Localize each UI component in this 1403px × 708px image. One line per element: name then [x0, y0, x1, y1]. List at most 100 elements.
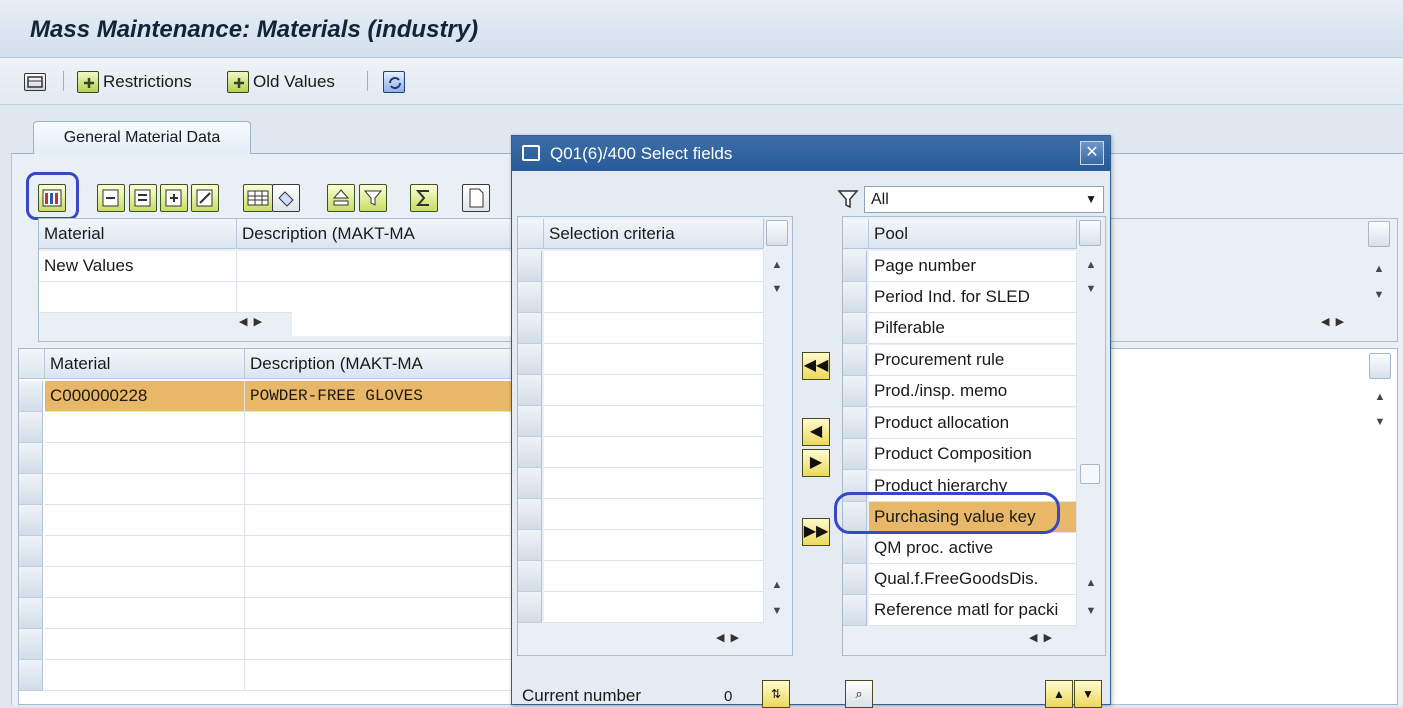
- scroll-up-arrow[interactable]: ▲: [769, 257, 785, 273]
- row-selector[interactable]: [843, 564, 867, 595]
- sort-ascending-button[interactable]: [327, 184, 355, 212]
- column-header[interactable]: Material: [45, 349, 245, 379]
- row-selector[interactable]: [518, 561, 542, 592]
- table-cell[interactable]: [45, 474, 245, 505]
- scroll-up-arrow[interactable]: ▲: [1083, 575, 1099, 591]
- pool-item[interactable]: Period Ind. for SLED: [869, 282, 1077, 313]
- horizontal-scrollbar[interactable]: [292, 312, 514, 336]
- table-action-button[interactable]: [97, 184, 125, 212]
- table-cell[interactable]: [245, 474, 515, 505]
- scroll-box[interactable]: [1369, 353, 1391, 379]
- table-cell[interactable]: [39, 282, 237, 313]
- row-selector[interactable]: [843, 345, 867, 376]
- material-cell[interactable]: C000000228: [45, 381, 245, 412]
- row-selector[interactable]: [518, 437, 542, 468]
- filter-button[interactable]: [359, 184, 387, 212]
- column-header[interactable]: Material: [39, 219, 237, 249]
- pool-item[interactable]: Product Composition: [869, 439, 1077, 470]
- row-selector[interactable]: [843, 251, 867, 282]
- column-header[interactable]: Description (MAKT-MA: [245, 349, 515, 379]
- row-selector[interactable]: [843, 313, 867, 344]
- list-item[interactable]: [544, 313, 764, 344]
- pool-item[interactable]: Procurement rule: [869, 345, 1077, 376]
- row-selector[interactable]: [19, 598, 43, 629]
- row-selector[interactable]: [843, 376, 867, 407]
- filter-button[interactable]: ▼: [1074, 680, 1102, 708]
- row-selector[interactable]: [518, 406, 542, 437]
- table-action-button[interactable]: [243, 184, 273, 212]
- description-cell[interactable]: POWDER-FREE GLOVES: [245, 381, 515, 412]
- row-selector[interactable]: [19, 474, 43, 505]
- row-selector[interactable]: [518, 313, 542, 344]
- row-selector[interactable]: [19, 381, 43, 412]
- table-cell[interactable]: [45, 505, 245, 536]
- pool-item[interactable]: Pilferable: [869, 313, 1077, 344]
- filter-dropdown[interactable]: All ▼: [864, 186, 1104, 213]
- table-cell[interactable]: [245, 567, 515, 598]
- table-cell[interactable]: [45, 598, 245, 629]
- list-item[interactable]: [544, 344, 764, 375]
- row-selector[interactable]: [518, 592, 542, 623]
- horizontal-scroll-arrows[interactable]: ◀ ▶: [239, 315, 299, 335]
- scroll-box[interactable]: [766, 220, 788, 246]
- pool-item[interactable]: Product allocation: [869, 408, 1077, 439]
- table-cell[interactable]: [45, 536, 245, 567]
- table-cell[interactable]: [245, 505, 515, 536]
- close-icon[interactable]: ✕: [1080, 141, 1104, 165]
- table-cell[interactable]: [245, 660, 515, 691]
- table-cell[interactable]: [245, 536, 515, 567]
- pool-item[interactable]: QM proc. active: [869, 533, 1077, 564]
- horizontal-scroll-arrows[interactable]: ◀ ▶: [1029, 631, 1052, 644]
- scroll-up-arrow[interactable]: ▲: [1371, 261, 1387, 277]
- column-header[interactable]: Description (MAKT-MA: [237, 219, 512, 249]
- scroll-box[interactable]: [1368, 221, 1390, 247]
- scroll-down-arrow[interactable]: ▼: [769, 603, 785, 619]
- find-button[interactable]: ⌕: [845, 680, 873, 708]
- scroll-down-arrow[interactable]: ▼: [1083, 281, 1099, 297]
- scroll-box[interactable]: [1079, 220, 1101, 246]
- row-selector[interactable]: [518, 344, 542, 375]
- table-cell[interactable]: [237, 282, 512, 313]
- select-all-cell[interactable]: [19, 349, 45, 379]
- row-selector[interactable]: [518, 251, 542, 282]
- table-cell[interactable]: [45, 443, 245, 474]
- list-item[interactable]: [544, 406, 764, 437]
- refresh-button[interactable]: [383, 70, 405, 94]
- horizontal-scroll-arrows[interactable]: ◀ ▶: [1321, 315, 1381, 328]
- scroll-down-arrow[interactable]: ▼: [1083, 603, 1099, 619]
- row-selector[interactable]: [19, 536, 43, 567]
- move-all-left-button[interactable]: ◀◀: [802, 352, 830, 380]
- table-cell[interactable]: [245, 598, 515, 629]
- row-selector[interactable]: [843, 439, 867, 470]
- list-item[interactable]: [544, 499, 764, 530]
- row-selector[interactable]: [19, 660, 43, 691]
- row-selector[interactable]: [843, 408, 867, 439]
- list-item[interactable]: [544, 251, 764, 282]
- pool-item[interactable]: Reference matl for packi: [869, 595, 1077, 626]
- scroll-up-arrow[interactable]: ▲: [1083, 257, 1099, 273]
- tab-general-material-data[interactable]: General Material Data: [33, 121, 251, 154]
- row-selector[interactable]: [518, 282, 542, 313]
- restrictions-button[interactable]: Restrictions: [77, 70, 192, 94]
- row-selector[interactable]: [843, 595, 867, 626]
- list-item[interactable]: [544, 437, 764, 468]
- row-selector[interactable]: [19, 412, 43, 443]
- move-left-button[interactable]: ◀: [802, 418, 830, 446]
- list-item[interactable]: [544, 375, 764, 406]
- sort-ascending-button[interactable]: ▲: [1045, 680, 1073, 708]
- row-selector[interactable]: [843, 533, 867, 564]
- row-selector[interactable]: [19, 629, 43, 660]
- list-item[interactable]: [544, 282, 764, 313]
- table-cell[interactable]: [45, 567, 245, 598]
- horizontal-scroll-arrows[interactable]: ◀ ▶: [716, 631, 739, 644]
- table-cell[interactable]: [45, 412, 245, 443]
- row-selector[interactable]: [19, 505, 43, 536]
- row-selector[interactable]: [518, 375, 542, 406]
- table-cell[interactable]: [245, 443, 515, 474]
- table-action-button[interactable]: [129, 184, 157, 212]
- scroll-up-arrow[interactable]: ▲: [1372, 389, 1388, 405]
- table-cell[interactable]: [245, 629, 515, 660]
- table-cell[interactable]: [245, 412, 515, 443]
- table-action-button[interactable]: [191, 184, 219, 212]
- move-right-button[interactable]: ▶: [802, 449, 830, 477]
